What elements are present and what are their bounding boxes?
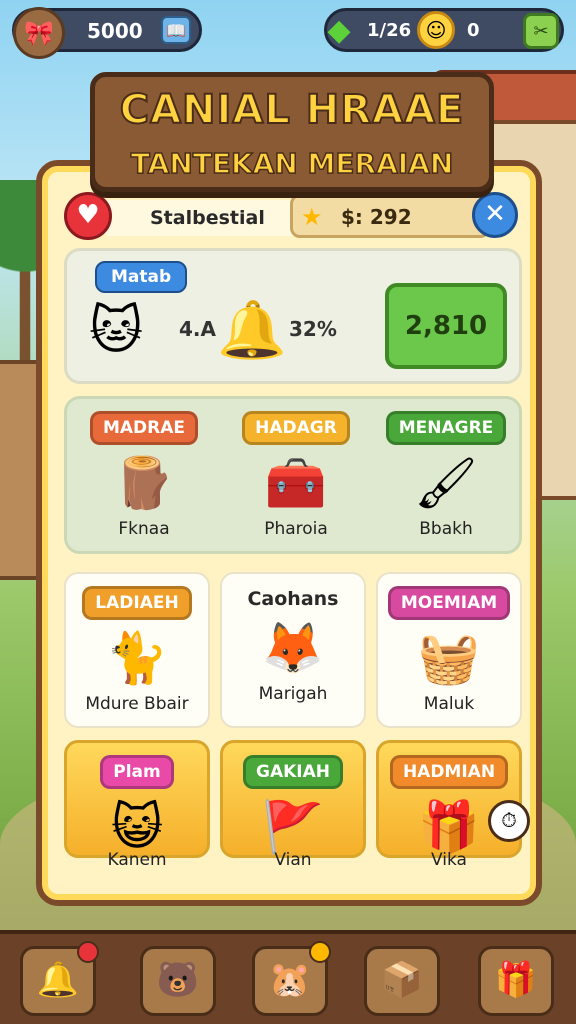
page-subtitle: TANTEKAN MERAIAN — [130, 146, 454, 181]
balance-pill: ★ $: 292 — [290, 194, 490, 238]
item-badge: Plam — [100, 755, 174, 789]
offer-value-1: 4.A — [179, 317, 216, 341]
pink-cat-icon: 😺 — [110, 798, 164, 856]
close-button[interactable]: ✕ — [472, 192, 518, 238]
coin-counter[interactable]: 🎀 5000 📖 — [12, 7, 202, 59]
blue-cat-icon: 🐈 — [105, 629, 169, 687]
page-title: CANIAL HRAAE — [119, 86, 465, 134]
fox-icon: 🦊 — [261, 619, 325, 677]
heart-icon: ♥ — [64, 192, 112, 240]
item-tile[interactable]: GAKIAH 🚩 — [220, 740, 366, 858]
item-badge: GAKIAH — [243, 755, 343, 789]
bell-icon: 🔔 — [217, 298, 287, 363]
token-count: 0 — [467, 20, 480, 41]
bottom-nav: 🔔 🐻 🐹 📦 🎁 — [0, 930, 576, 1024]
item-tile[interactable]: MENAGRE 🖌 Bbakh — [373, 399, 519, 549]
offer-label: Matab — [95, 261, 188, 293]
item-badge: MOEMIAM — [387, 586, 511, 620]
item-name: Maluk — [423, 694, 475, 714]
item-badge: HADAGR — [242, 411, 350, 445]
buy-button[interactable]: 2,810 — [385, 283, 507, 369]
item-tile[interactable]: MADRAE 🪵 Fknaa — [71, 399, 217, 549]
item-badge: LADIAEH — [82, 586, 192, 620]
item-name: Marigah — [258, 684, 328, 704]
item-row-1: MADRAE 🪵 Fknaa HADAGR 🧰 Pharoia MENAGRE … — [64, 396, 522, 554]
item-tile[interactable]: LADIAEH 🐈 Mdure Bbair — [64, 572, 210, 728]
tools-icon[interactable]: ✂ — [523, 13, 559, 49]
smiley-coin-icon: ☺ — [417, 11, 455, 49]
star-icon: ★ — [301, 203, 323, 231]
pet-icon: 🐻 — [156, 960, 200, 1000]
featured-offer: Matab 🐱 4.A 🔔 32% 2,810 — [64, 248, 522, 384]
item-title: Caohans — [247, 588, 339, 610]
title-sign: CANIAL HRAAE TANTEKAN MERAIAN — [90, 72, 494, 192]
item-tile[interactable]: Plam 😺 — [64, 740, 210, 858]
item-name: Vika — [431, 850, 467, 870]
item-tile[interactable]: HADAGR 🧰 Pharoia — [223, 399, 369, 549]
item-tile[interactable]: MOEMIAM 🧺 Maluk — [376, 572, 522, 728]
item-name: Bbakh — [419, 519, 473, 539]
notification-dot — [77, 941, 99, 963]
shop-panel: ♥ Stalbestial ★ $: 292 ✕ Matab 🐱 4.A 🔔 3… — [36, 160, 542, 906]
coin-count: 5000 — [87, 19, 143, 43]
top-hud: 🎀 5000 📖 ◆ 1/26 ☺ 0 ✂ — [12, 7, 564, 59]
flag-icon: 🚩 — [261, 798, 325, 856]
chest-icon: 🧰 — [264, 454, 328, 512]
nav-character-button[interactable]: 🐹 — [252, 941, 331, 1016]
cat-pet-icon: 🐱 — [89, 301, 144, 361]
gift-box-icon: 🎁 — [494, 960, 538, 1000]
character-icon: 🐹 — [268, 960, 312, 1000]
offer-value-2: 32% — [289, 317, 337, 341]
basket-icon: 🧺 — [417, 629, 481, 687]
item-name: Pharoia — [264, 519, 328, 539]
item-tile[interactable]: Caohans 🦊 Marigah — [220, 572, 366, 728]
nav-gift-button[interactable]: 🎁 — [478, 946, 554, 1016]
log-icon: 🪵 — [112, 454, 176, 512]
book-icon[interactable]: 📖 — [161, 16, 191, 44]
gem-counter[interactable]: ◆ 1/26 ☺ 0 ✂ — [324, 8, 564, 52]
brush-icon: 🖌 — [414, 454, 478, 512]
item-badge: MENAGRE — [385, 411, 507, 445]
nav-bell-button[interactable]: 🔔 — [20, 941, 99, 1016]
balance-value: $: 292 — [341, 205, 412, 229]
item-name: Mdure Bbair — [85, 694, 189, 714]
nav-box-button[interactable]: 📦 — [364, 946, 440, 1016]
item-name: Fknaa — [118, 519, 170, 539]
gem-count: 1/26 — [367, 20, 412, 41]
item-badge: HADMIAN — [389, 755, 509, 789]
ribbon-icon[interactable]: 🎀 — [13, 7, 65, 59]
item-name: Kanem — [107, 850, 167, 870]
nav-pet-button[interactable]: 🐻 — [140, 946, 216, 1016]
timer-icon[interactable]: ⏱ — [488, 800, 530, 842]
bell-icon: 🔔 — [36, 960, 80, 1000]
gem-icon: ◆ — [327, 13, 351, 48]
item-badge: MADRAE — [89, 411, 199, 445]
item-name: Vian — [274, 850, 312, 870]
box-icon: 📦 — [380, 960, 424, 1000]
notification-dot — [309, 941, 331, 963]
